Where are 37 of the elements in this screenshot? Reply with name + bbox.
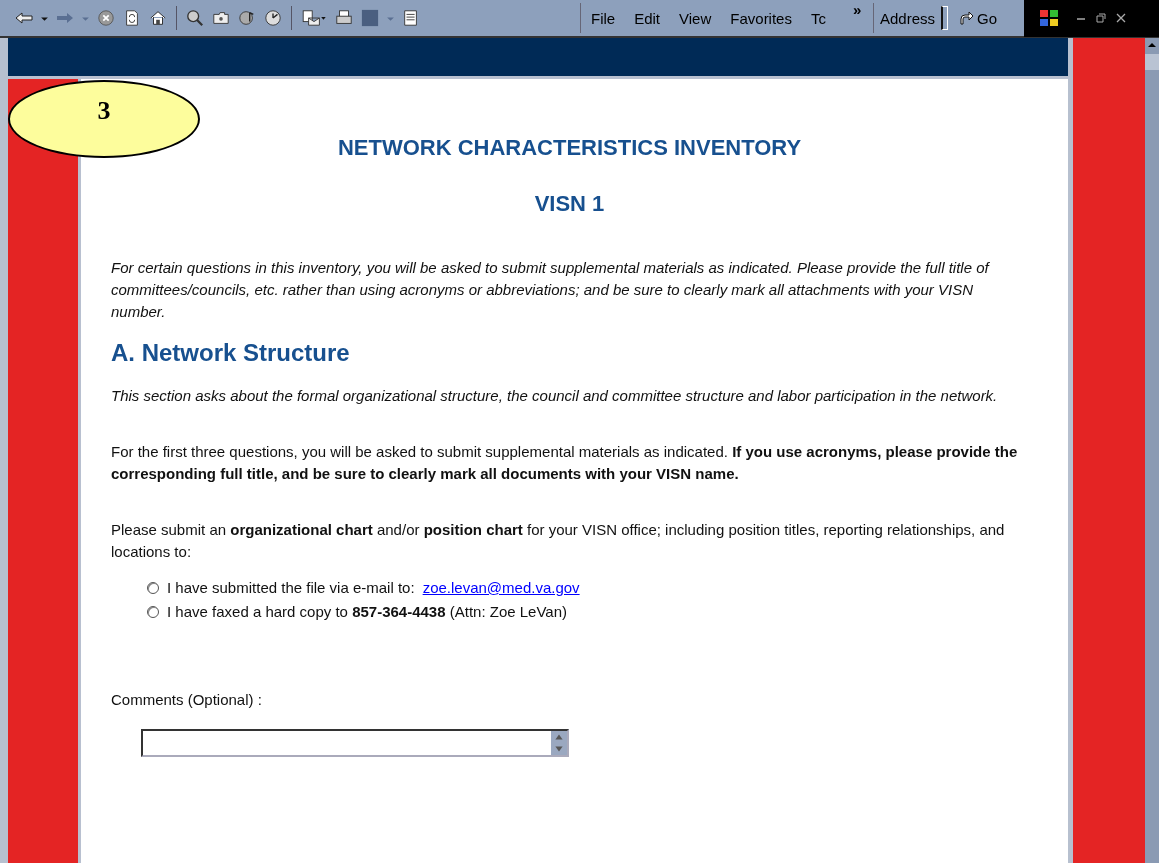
printer-icon[interactable] — [334, 9, 354, 27]
section-description: This section asks about the formal organizational structure, the council and committee structure and labor participation in the network. — [111, 386, 999, 406]
section-heading: A. Network Structure — [111, 338, 351, 368]
option-label: I have faxed a hard copy to 857-364-4438 (Attn: Zoe LeVan) — [167, 602, 567, 622]
curved-arrow-icon — [958, 10, 975, 26]
scroll-thumb[interactable] — [1145, 54, 1159, 70]
clock-icon[interactable] — [263, 9, 283, 27]
more-menus-chevron[interactable]: » — [853, 1, 862, 18]
menu-item[interactable]: Edit — [634, 9, 661, 27]
home-icon[interactable] — [148, 9, 168, 27]
intro-paragraph: For certain questions in this inventory, you will be asked to submit supplemental materials as indicated. Please provide the full title of committees/councils, etc. rather than using acronyms or abbreviations; and be sure to clearly mark all attachments with your VISN number. — [111, 258, 991, 322]
radio-button[interactable] — [147, 606, 159, 618]
page-subtitle: VISN 1 — [533, 190, 606, 218]
email-link[interactable]: zoe.levan@med.va.gov — [422, 577, 580, 599]
comments-field[interactable] — [141, 729, 569, 757]
close-icon[interactable] — [1116, 13, 1126, 23]
comments-label: Comments (Optional) : — [111, 690, 263, 710]
instructions-paragraph: For the first three questions, you will be asked to submit supplemental materials as indicated. If you use acronyms, please provide the corresponding full title, and be sure to clearly mark all documents with your VISN name. — [111, 442, 1019, 484]
restore-icon[interactable] — [1096, 13, 1106, 23]
menu-item[interactable]: File — [591, 9, 616, 27]
mail-icon[interactable] — [300, 9, 328, 27]
menu-item[interactable]: Tc — [810, 9, 826, 27]
menu-item[interactable]: Favorites — [730, 9, 792, 27]
scrollbar[interactable] — [1145, 38, 1159, 863]
back-arrow-icon[interactable] — [14, 9, 34, 27]
go-button[interactable]: Go — [954, 9, 1002, 27]
menu-item[interactable]: View — [679, 9, 712, 27]
scroll-up-icon[interactable] — [1147, 40, 1157, 50]
question-text: Please submit an organizational chart and/or position chart for your VISN office; including position titles, reporting relationships, and locations to: — [111, 520, 1006, 562]
search-icon[interactable] — [185, 9, 205, 27]
radio-button[interactable] — [147, 582, 159, 594]
address-field[interactable] — [941, 6, 949, 30]
windows-logo-icon — [1038, 8, 1060, 28]
stop-icon[interactable] — [96, 9, 116, 27]
address-label: Address — [880, 9, 936, 27]
page-title: NETWORK CHARACTERISTICS INVENTORY — [336, 134, 803, 162]
option-label: I have submitted the file via e-mail to: — [167, 578, 415, 598]
